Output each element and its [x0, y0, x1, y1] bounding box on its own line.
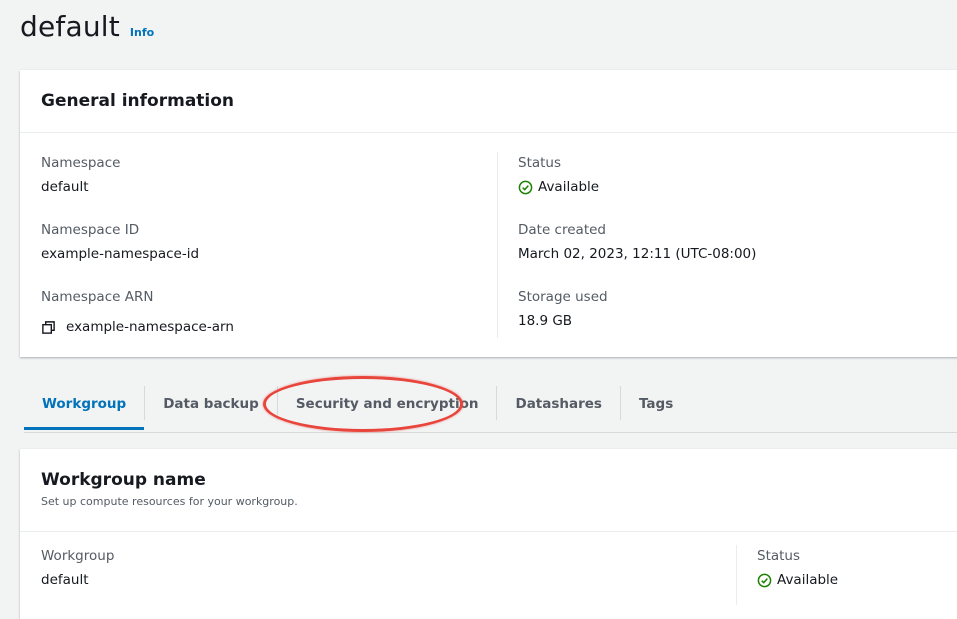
workgroup-field: Workgroup default [41, 547, 114, 614]
copy-icon[interactable] [41, 320, 56, 335]
namespace-id-value: example-namespace-id [41, 246, 200, 262]
general-information-panel: General information Namespace default Na… [20, 70, 957, 357]
status-row: Available [518, 178, 957, 196]
tab-data-backup[interactable]: Data backup [145, 386, 277, 430]
namespace-id-field: Namespace ID example-namespace-id [41, 221, 496, 288]
general-right-column: Status Available Date created March 02, … [518, 154, 957, 355]
general-information-header: General information [20, 70, 957, 133]
storage-used-value: 18.9 GB [518, 313, 573, 329]
tab-workgroup[interactable]: Workgroup [24, 386, 145, 430]
workgroup-panel: Workgroup name Set up compute resources … [20, 449, 957, 619]
workgroup-status-row: Available [757, 571, 838, 589]
storage-used-label: Storage used [518, 289, 608, 305]
workgroup-description: Set up compute resources for your workgr… [41, 495, 298, 508]
tab-tags[interactable]: Tags [621, 386, 691, 430]
workgroup-status-field: Status Available [757, 547, 838, 614]
namespace-value: default [41, 179, 89, 195]
namespace-label: Namespace [41, 155, 121, 171]
status-field: Status Available [518, 154, 957, 221]
workgroup-header: Workgroup name Set up compute resources … [20, 449, 957, 532]
column-divider [497, 152, 498, 338]
namespace-field: Namespace default [41, 154, 496, 221]
tab-datashares[interactable]: Datashares [497, 386, 619, 430]
workgroup-label: Workgroup [41, 548, 115, 564]
workgroup-status-label: Status [757, 548, 801, 564]
namespace-arn-label: Namespace ARN [41, 289, 154, 305]
date-created-field: Date created March 02, 2023, 12:11 (UTC-… [518, 221, 957, 288]
general-information-heading: General information [41, 91, 235, 111]
namespace-arn-row: example-namespace-arn [41, 318, 496, 336]
page-title: default [20, 10, 120, 43]
status-label: Status [518, 155, 562, 171]
date-created-label: Date created [518, 222, 606, 238]
status-value: Available [538, 179, 600, 195]
date-created-value: March 02, 2023, 12:11 (UTC-08:00) [518, 246, 757, 262]
tab-bar: Workgroup Data backup Security and encry… [24, 386, 957, 433]
workgroup-status-value: Available [777, 572, 839, 588]
general-left-column: Namespace default Namespace ID example-n… [41, 154, 496, 355]
namespace-arn-value: example-namespace-arn [66, 319, 234, 335]
workgroup-divider [736, 545, 737, 605]
check-circle-icon [518, 180, 533, 195]
storage-used-field: Storage used 18.9 GB [518, 288, 957, 355]
check-circle-icon [757, 573, 772, 588]
namespace-arn-field: Namespace ARN example-namespace-arn [41, 288, 496, 355]
namespace-id-label: Namespace ID [41, 222, 140, 238]
workgroup-heading: Workgroup name [41, 470, 206, 490]
page-header: default Info [20, 10, 154, 43]
tab-security-and-encryption[interactable]: Security and encryption [278, 386, 497, 430]
workgroup-link[interactable]: default [41, 571, 114, 589]
info-link[interactable]: Info [130, 26, 154, 39]
